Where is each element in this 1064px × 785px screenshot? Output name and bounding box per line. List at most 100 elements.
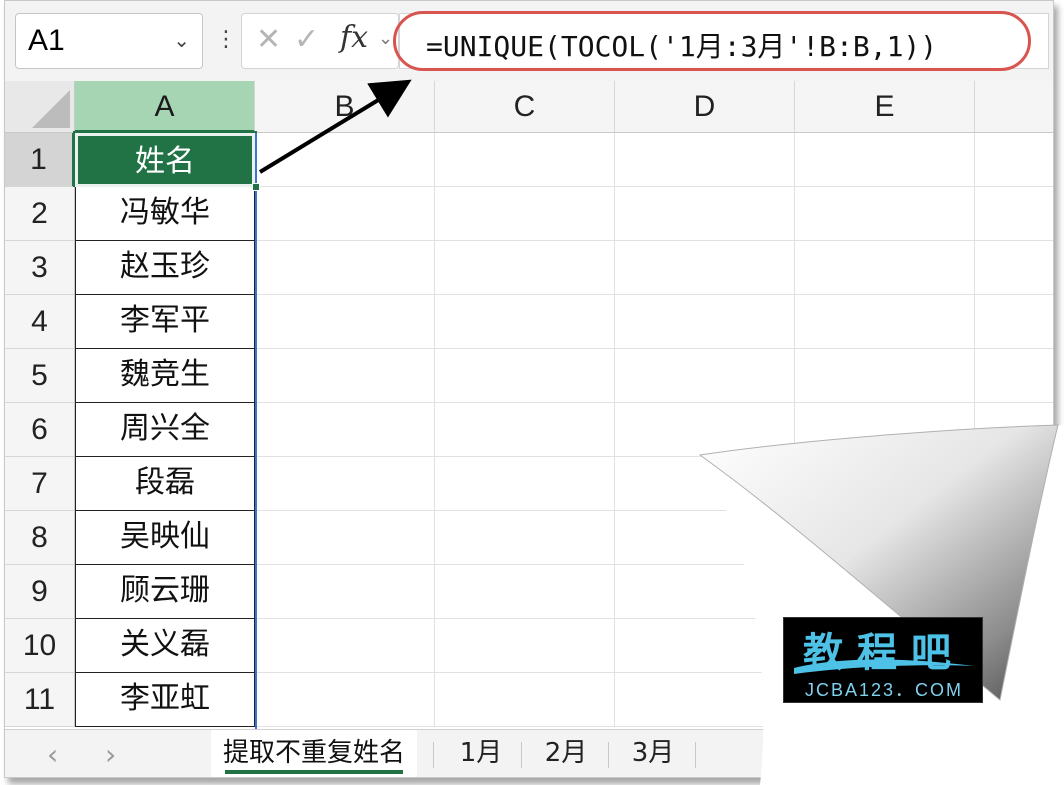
tab-sheet-3[interactable]: 3月 (611, 730, 695, 777)
grid-cell[interactable] (435, 673, 615, 727)
cell-a4[interactable]: 李军平 (75, 295, 255, 349)
grid-cell[interactable] (975, 403, 1053, 457)
grid-cell[interactable] (975, 241, 1053, 295)
row-header-7[interactable]: 7 (5, 457, 75, 511)
grid-cell[interactable] (615, 295, 795, 349)
grid-cell[interactable] (435, 241, 615, 295)
chevron-left-icon[interactable]: ‹ (47, 738, 58, 771)
grid-cell[interactable] (435, 403, 615, 457)
row-header-5[interactable]: 5 (5, 349, 75, 403)
swoosh-icon (794, 659, 974, 674)
select-all-button[interactable] (5, 81, 75, 133)
grid-cell[interactable] (435, 565, 615, 619)
row-header-8[interactable]: 8 (5, 511, 75, 565)
grid-cell[interactable] (975, 187, 1053, 241)
grid-cell[interactable] (615, 241, 795, 295)
column-header-b[interactable]: B (255, 81, 435, 133)
grid-cell[interactable] (255, 403, 435, 457)
formula-controls: ✕ ✓ fx ⌄ (241, 13, 399, 69)
check-icon[interactable]: ✓ (294, 22, 319, 57)
grid-cell[interactable] (795, 403, 975, 457)
chevron-down-icon[interactable]: ⌄ (378, 28, 393, 49)
grid-cell[interactable] (435, 133, 615, 187)
more-options-icon[interactable]: ⋮ (215, 25, 237, 55)
column-header-d[interactable]: D (615, 81, 795, 133)
row-header-6[interactable]: 6 (5, 403, 75, 457)
grid-cell[interactable] (255, 511, 435, 565)
tab-active-sheet[interactable]: 提取不重复姓名 (211, 730, 417, 777)
grid-cell[interactable] (795, 295, 975, 349)
grid-cell[interactable] (435, 187, 615, 241)
row-header-2[interactable]: 2 (5, 187, 75, 241)
grid-cell[interactable] (435, 457, 615, 511)
grid-cell[interactable] (615, 187, 795, 241)
grid-cell[interactable] (435, 295, 615, 349)
cell-a8[interactable]: 吴映仙 (75, 511, 255, 565)
grid-cell[interactable] (615, 457, 795, 511)
grid-cell[interactable] (795, 241, 975, 295)
grid-cell[interactable] (435, 511, 615, 565)
grid-cell[interactable] (435, 619, 615, 673)
grid-cell[interactable] (615, 511, 795, 565)
chevron-right-icon[interactable]: › (105, 738, 116, 771)
close-icon[interactable]: ✕ (256, 22, 281, 57)
grid-cell[interactable] (795, 565, 975, 619)
tab-sheet-2[interactable]: 2月 (525, 730, 607, 777)
row-header-1[interactable]: 1 (5, 133, 75, 187)
grid-cell[interactable] (795, 133, 975, 187)
cell-a7[interactable]: 段磊 (75, 457, 255, 511)
grid-cell[interactable] (975, 565, 1053, 619)
grid-cell[interactable] (255, 133, 435, 187)
grid-cell[interactable] (975, 511, 1053, 565)
grid-cell[interactable] (615, 673, 795, 727)
row-header-4[interactable]: 4 (5, 295, 75, 349)
cell-a6[interactable]: 周兴全 (75, 403, 255, 457)
column-header-c[interactable]: C (435, 81, 615, 133)
grid-cell[interactable] (255, 349, 435, 403)
tab-sheet-1[interactable]: 1月 (441, 730, 521, 777)
cell-a5[interactable]: 魏竞生 (75, 349, 255, 403)
cell-a10[interactable]: 关义磊 (75, 619, 255, 673)
cell-a9[interactable]: 顾云珊 (75, 565, 255, 619)
row-header-9[interactable]: 9 (5, 565, 75, 619)
name-box[interactable]: A1 ⌄ (15, 13, 203, 69)
formula-input[interactable]: =UNIQUE(TOCOL('1月:3月'!B:B,1)) (399, 13, 1049, 69)
cell-a1-header[interactable]: 姓名 (73, 131, 257, 189)
cell-a11[interactable]: 李亚虹 (75, 673, 255, 727)
chevron-down-icon[interactable]: ⌄ (173, 14, 190, 68)
grid-cell[interactable] (795, 511, 975, 565)
grid-cell[interactable] (255, 673, 435, 727)
cell-a3[interactable]: 赵玉珍 (75, 241, 255, 295)
grid-cell[interactable] (255, 565, 435, 619)
row-header-10[interactable]: 10 (5, 619, 75, 673)
grid-cell[interactable] (255, 187, 435, 241)
grid-cell[interactable] (975, 457, 1053, 511)
grid-cell[interactable] (435, 349, 615, 403)
grid-cell[interactable] (975, 133, 1053, 187)
grid-cell[interactable] (795, 457, 975, 511)
grid-cell[interactable] (615, 349, 795, 403)
grid-cell[interactable] (615, 403, 795, 457)
column-header-f[interactable] (975, 81, 1053, 133)
grid-cell[interactable] (975, 295, 1053, 349)
grid-cell[interactable] (615, 619, 795, 673)
row-header-11[interactable]: 11 (5, 673, 75, 727)
grid-cell[interactable] (975, 619, 1053, 673)
spill-range-border (255, 133, 257, 729)
grid-cell[interactable] (615, 565, 795, 619)
grid-cell[interactable] (255, 457, 435, 511)
insert-function-button[interactable]: fx (340, 20, 368, 55)
fill-handle[interactable] (252, 183, 260, 191)
grid-cell[interactable] (615, 133, 795, 187)
column-header-a[interactable]: A (75, 81, 255, 133)
grid-cell[interactable] (255, 295, 435, 349)
grid-cell[interactable] (255, 241, 435, 295)
grid-cell[interactable] (975, 349, 1053, 403)
grid-cell[interactable] (975, 673, 1053, 727)
column-header-e[interactable]: E (795, 81, 975, 133)
grid-cell[interactable] (795, 349, 975, 403)
cell-a2[interactable]: 冯敏华 (75, 187, 255, 241)
row-header-3[interactable]: 3 (5, 241, 75, 295)
grid-cell[interactable] (255, 619, 435, 673)
grid-cell[interactable] (795, 187, 975, 241)
